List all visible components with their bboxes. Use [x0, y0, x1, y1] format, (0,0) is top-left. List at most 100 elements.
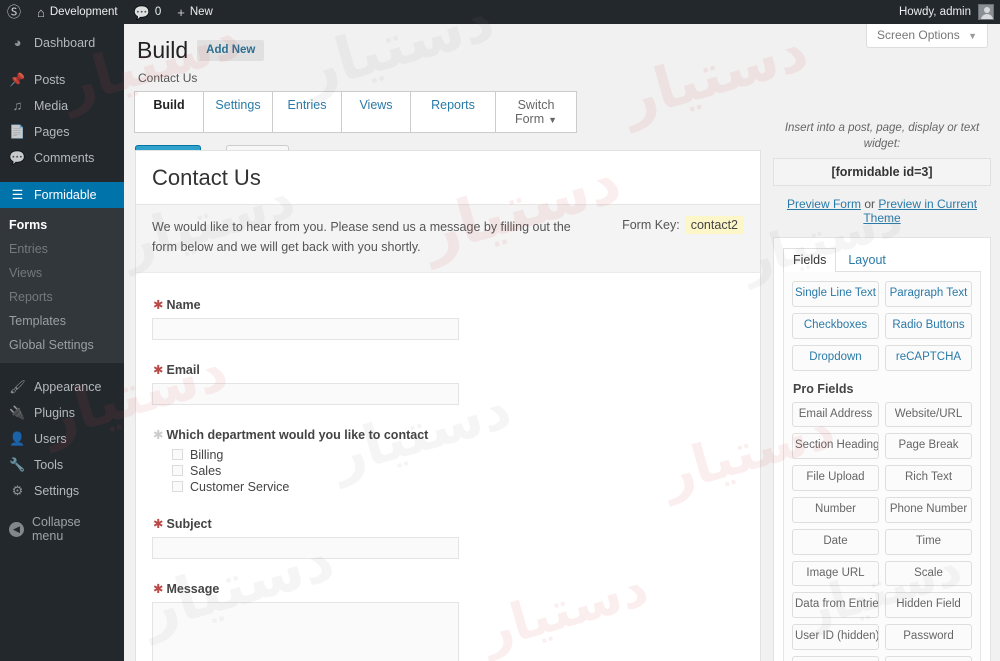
add-new-button[interactable]: Add New	[197, 40, 265, 61]
preview-form-link[interactable]: Preview Form	[787, 197, 861, 211]
field-button-date[interactable]: Date	[792, 528, 879, 555]
checkbox-option-sales[interactable]: Sales	[172, 464, 744, 478]
subject-input[interactable]	[152, 536, 459, 559]
tab-reports[interactable]: Reports	[410, 90, 496, 133]
sidebar-item-comments[interactable]: 💬 Comments	[0, 145, 124, 171]
screen-options-label: Screen Options	[877, 28, 960, 42]
field-label: ✱ Which department would you like to cont…	[153, 427, 429, 442]
sidebar-item-plugins[interactable]: 🔌 Plugins	[0, 400, 124, 426]
field-button-dropdown[interactable]: Dropdown	[792, 344, 879, 371]
collapse-menu-button[interactable]: ◀ Collapse menu	[0, 515, 124, 543]
name-input[interactable]	[152, 317, 459, 340]
howdy-label: Howdy, admin	[898, 6, 971, 18]
site-name-menu[interactable]: ⌂ Development	[29, 0, 126, 24]
field-button-paragraph-text[interactable]: Paragraph Text	[885, 281, 972, 307]
field-button-phone-number[interactable]: Phone Number	[885, 496, 972, 523]
brush-icon: 🖌	[9, 379, 26, 394]
field-button-section-heading[interactable]: Section Heading	[792, 433, 879, 460]
checkbox-option-billing[interactable]: Billing	[172, 448, 744, 462]
sidebar-item-media[interactable]: ♫ Media	[0, 93, 124, 119]
page-icon: 📄	[9, 124, 26, 139]
tab-fields[interactable]: Fields	[783, 248, 837, 273]
sidebar-item-tools[interactable]: 🔧 Tools	[0, 452, 124, 478]
field-button-email-address[interactable]: Email Address	[792, 401, 879, 428]
sidebar-item-users[interactable]: 👤 Users	[0, 426, 124, 452]
sidebar-item-label: Tools	[34, 458, 64, 472]
field-button-number[interactable]: Number	[792, 496, 879, 523]
sidebar-item-posts[interactable]: 📌 Posts	[0, 67, 124, 93]
form-title-box[interactable]: Contact Us	[136, 151, 760, 205]
field-button-html[interactable]: HTML	[792, 655, 879, 661]
field-button-user-id-hidden[interactable]: User ID (hidden)	[792, 624, 879, 650]
tab-switch-form[interactable]: Switch Form ▼	[495, 90, 577, 133]
checkbox-label: Sales	[190, 463, 222, 478]
form-key-value[interactable]: contact2	[684, 216, 744, 234]
field-button-rich-text[interactable]: Rich Text	[885, 465, 972, 491]
sidebar-item-pages[interactable]: 📄 Pages	[0, 119, 124, 145]
account-menu[interactable]: Howdy, admin	[899, 4, 1000, 20]
field-button-file-upload[interactable]: File Upload	[792, 465, 879, 491]
form-sidebar: Insert into a post, page, display or tex…	[773, 120, 991, 661]
checkbox-icon[interactable]	[172, 481, 183, 492]
field-button-scale[interactable]: Scale	[885, 560, 972, 587]
sidebar-item-dashboard[interactable]: ◕ Dashboard	[0, 30, 124, 56]
tab-views[interactable]: Views	[341, 90, 411, 133]
email-input[interactable]	[152, 382, 459, 405]
field-picker-inner: Single Line Text Paragraph Text Checkbox…	[783, 272, 981, 661]
field-button-data-from-entries[interactable]: Data from Entries	[792, 592, 879, 619]
sidebar-item-formidable[interactable]: ☰ Formidable	[0, 182, 124, 208]
form-field-name[interactable]: ✱ Name	[152, 297, 744, 340]
field-button-single-line-text[interactable]: Single Line Text	[792, 281, 879, 307]
comments-menu[interactable]: 💬 0	[126, 0, 170, 24]
new-content-menu[interactable]: + New	[169, 0, 221, 24]
tab-entries[interactable]: Entries	[272, 90, 342, 133]
insert-note: Insert into a post, page, display or tex…	[784, 122, 980, 151]
submenu-item-reports[interactable]: Reports	[0, 285, 124, 309]
form-title: Contact Us	[152, 165, 261, 190]
field-button-password[interactable]: Password	[885, 624, 972, 650]
field-button-website-url[interactable]: Website/URL	[885, 401, 972, 428]
form-field-message[interactable]: ✱ Message	[152, 581, 744, 661]
pro-fields-grid: Email Address Website/URL Section Headin…	[792, 401, 972, 661]
wp-logo-menu[interactable]: Ⓢ	[0, 0, 29, 24]
comment-bubble-icon: 💬	[133, 4, 150, 20]
shortcode-value[interactable]: [formidable id=3]	[773, 158, 991, 187]
tab-settings[interactable]: Settings	[203, 90, 273, 133]
checkbox-icon[interactable]	[172, 449, 183, 460]
submenu-item-views[interactable]: Views	[0, 261, 124, 285]
screen-options-toggle[interactable]: Screen Options ▼	[866, 24, 988, 48]
field-button-radio-buttons[interactable]: Radio Buttons	[885, 312, 972, 339]
preview-in-current-theme-link[interactable]: Preview in Current Theme	[863, 197, 977, 225]
sidebar-item-label: Posts	[34, 73, 66, 87]
submenu-item-entries[interactable]: Entries	[0, 237, 124, 261]
sidebar-item-appearance[interactable]: 🖌 Appearance	[0, 374, 124, 400]
form-fields-area: ✱ Name ✱ Email ✱ Which department would you…	[136, 273, 760, 661]
form-field-email[interactable]: ✱ Email	[152, 362, 744, 405]
field-button-recaptcha[interactable]: reCAPTCHA	[885, 344, 972, 371]
required-asterisk: ✱	[153, 297, 164, 312]
submenu-item-templates[interactable]: Templates	[0, 309, 124, 333]
wrench-icon: 🔧	[9, 457, 26, 472]
field-button-time[interactable]: Time	[885, 528, 972, 555]
user-icon: 👤	[9, 431, 26, 446]
field-button-tags[interactable]: Tags	[885, 655, 972, 661]
field-button-page-break[interactable]: Page Break	[885, 433, 972, 460]
collapse-menu-label: Collapse menu	[32, 515, 81, 543]
tab-build[interactable]: Build	[134, 90, 204, 133]
form-field-department[interactable]: ✱ Which department would you like to cont…	[152, 427, 744, 494]
tab-layout[interactable]: Layout	[838, 248, 896, 272]
form-description-box: We would like to hear from you. Please s…	[136, 205, 760, 273]
message-textarea[interactable]	[152, 601, 459, 661]
form-field-subject[interactable]: ✱ Subject	[152, 516, 744, 559]
submenu-item-forms[interactable]: Forms	[0, 213, 124, 237]
form-description[interactable]: We would like to hear from you. Please s…	[152, 217, 582, 258]
sidebar-item-settings[interactable]: ⚙ Settings	[0, 478, 124, 504]
field-button-image-url[interactable]: Image URL	[792, 560, 879, 587]
field-label: ✱ Subject	[153, 516, 212, 531]
checkbox-option-customer-service[interactable]: Customer Service	[172, 480, 744, 494]
field-button-checkboxes[interactable]: Checkboxes	[792, 312, 879, 339]
checkbox-icon[interactable]	[172, 465, 183, 476]
field-button-hidden-field[interactable]: Hidden Field	[885, 592, 972, 619]
submenu-item-global-settings[interactable]: Global Settings	[0, 333, 124, 357]
form-key-label: Form Key:	[622, 218, 680, 232]
